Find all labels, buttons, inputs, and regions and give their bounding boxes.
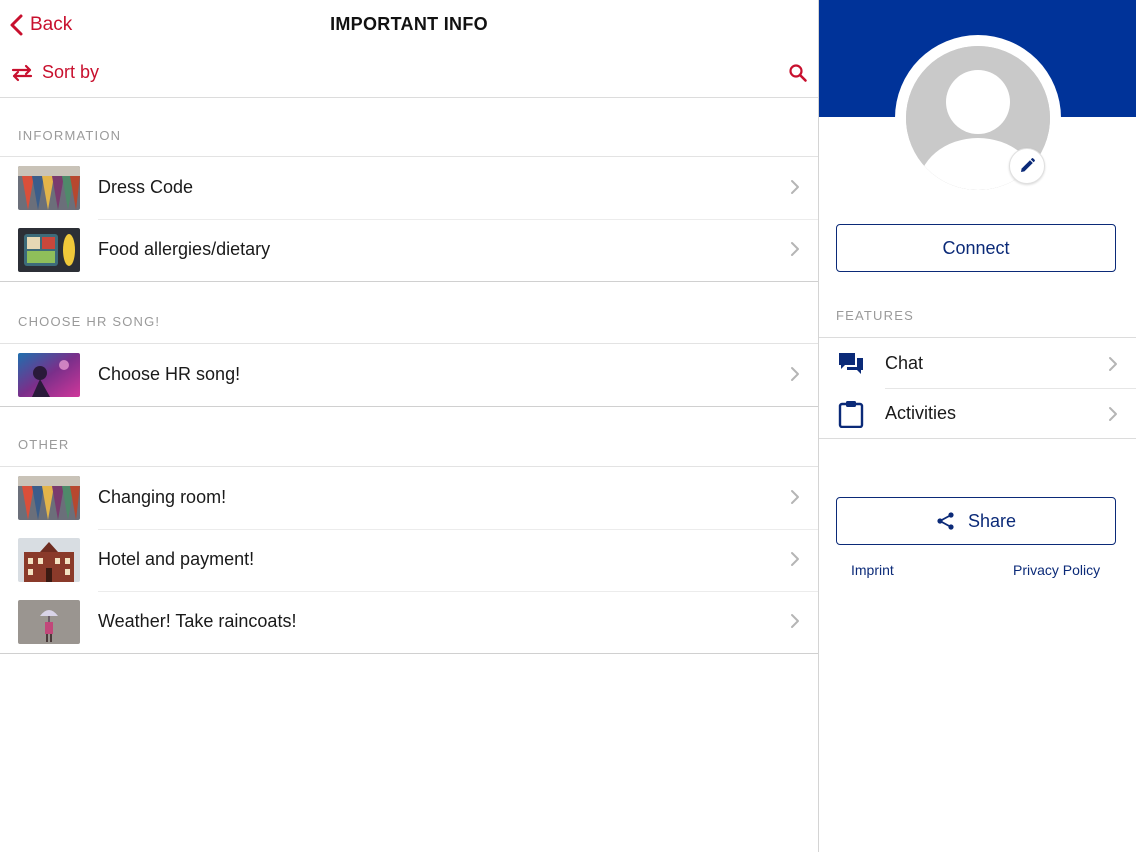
sort-label: Sort by	[42, 62, 100, 82]
chevron-right-icon	[791, 180, 799, 194]
connect-button[interactable]: Connect	[836, 224, 1116, 272]
edit-avatar-button[interactable]	[1009, 148, 1045, 184]
list-item-dress-code[interactable]: Dress Code	[0, 157, 818, 219]
list-group-choose-hr-song: Choose HR song!	[0, 343, 818, 407]
chat-icon	[839, 353, 863, 374]
section-heading-information: INFORMATION	[18, 128, 122, 143]
pencil-icon	[1021, 158, 1035, 172]
lunchbox-thumbnail	[18, 228, 80, 272]
features-list: Chat Activities	[819, 337, 1136, 439]
features-heading: FEATURES	[836, 308, 914, 323]
page-title: IMPORTANT INFO	[330, 14, 488, 34]
clipboard-icon	[838, 401, 864, 428]
share-icon	[937, 512, 954, 530]
chevron-right-icon	[791, 242, 799, 256]
list-group-information: Dress Code Food allergies/dietary	[0, 156, 818, 282]
section-heading-choose-hr-song: CHOOSE HR SONG!	[18, 314, 161, 329]
list-item-label: Dress Code	[98, 177, 194, 197]
feature-label: Chat	[885, 353, 924, 373]
list-item-label: Hotel and payment!	[98, 549, 255, 569]
toolbar: Sort by	[0, 50, 818, 98]
list-item-food-allergies[interactable]: Food allergies/dietary	[0, 219, 818, 281]
swap-arrows-icon	[11, 64, 33, 81]
row-divider	[885, 388, 1136, 389]
row-divider	[98, 529, 818, 530]
profile-pane: Connect FEATURES Chat Activities Share I…	[819, 0, 1136, 852]
imprint-link[interactable]: Imprint	[851, 562, 894, 578]
chevron-right-icon	[1109, 357, 1117, 371]
list-item-label: Choose HR song!	[98, 364, 241, 384]
list-item-label: Weather! Take raincoats!	[98, 611, 297, 631]
chevron-right-icon	[791, 490, 799, 504]
chevron-right-icon	[791, 552, 799, 566]
share-label: Share	[967, 510, 1017, 531]
content-pane: Back IMPORTANT INFO Sort by INFORMATION	[0, 0, 818, 852]
chevron-right-icon	[791, 614, 799, 628]
sort-button[interactable]: Sort by	[10, 62, 99, 83]
concert-thumbnail	[18, 353, 80, 397]
list-item-hotel-payment[interactable]: Hotel and payment!	[0, 529, 818, 591]
clothes-rack-thumbnail	[18, 166, 80, 210]
list-group-other: Changing room! Hotel and payment! Weathe…	[0, 466, 818, 654]
share-button[interactable]: Share	[836, 497, 1116, 545]
list-item-changing-room[interactable]: Changing room!	[0, 467, 818, 529]
row-divider	[98, 591, 818, 592]
navigation-bar: Back IMPORTANT INFO	[0, 0, 818, 50]
clothes-rack-thumbnail	[18, 476, 80, 520]
list-item-label: Changing room!	[98, 487, 227, 507]
section-heading-other: OTHER	[18, 437, 70, 452]
chevron-right-icon	[791, 367, 799, 381]
umbrella-rain-thumbnail	[18, 600, 80, 644]
list-item-label: Food allergies/dietary	[98, 239, 271, 259]
list-item-choose-hr-song[interactable]: Choose HR song!	[0, 344, 818, 406]
privacy-policy-link[interactable]: Privacy Policy	[1013, 562, 1100, 578]
hotel-building-thumbnail	[18, 538, 80, 582]
feature-label: Activities	[885, 403, 957, 423]
search-icon[interactable]	[788, 63, 808, 83]
feature-item-activities[interactable]: Activities	[819, 388, 1136, 438]
chevron-right-icon	[1109, 407, 1117, 421]
feature-item-chat[interactable]: Chat	[819, 338, 1136, 388]
connect-label: Connect	[942, 237, 1010, 258]
row-divider	[98, 219, 818, 220]
list-item-weather[interactable]: Weather! Take raincoats!	[0, 591, 818, 653]
